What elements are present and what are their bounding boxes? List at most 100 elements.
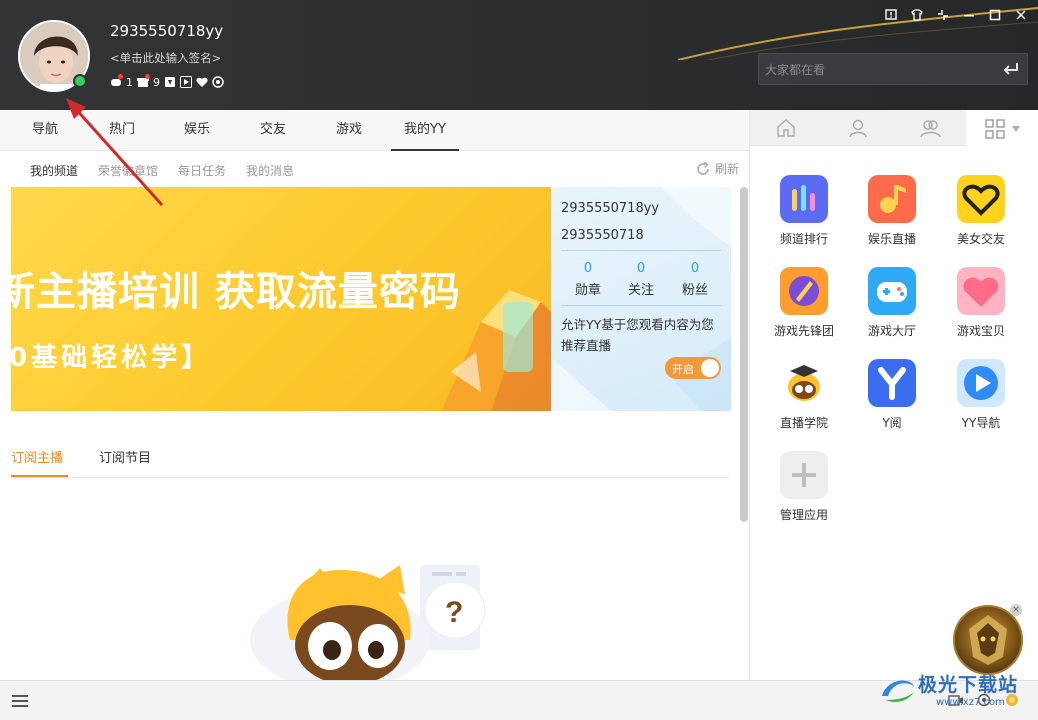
mini-mode-icon[interactable]	[934, 6, 952, 24]
banner-3d-decoration	[441, 290, 551, 411]
stat-fans[interactable]: 0 粉丝	[675, 261, 715, 298]
app-y-read[interactable]: Y阅	[852, 359, 932, 431]
banner-headline: 新主播培训 获取流量密码	[11, 269, 461, 315]
raccoon-graduate-icon	[780, 359, 828, 407]
chevron-down-icon	[1012, 125, 1020, 132]
apps-panel: 频道排行 娱乐直播 美女交友 游戏先锋团 游戏大厅 游戏宝贝 直播学院 Y阅 Y…	[749, 110, 1038, 680]
heart-status-icon[interactable]	[196, 76, 208, 88]
tab-entertainment[interactable]: 娱乐	[166, 110, 228, 151]
video-icon[interactable]	[180, 76, 192, 88]
tab-social[interactable]: 交友	[242, 110, 304, 151]
badge-icon[interactable]	[164, 76, 176, 88]
enter-icon[interactable]	[1003, 62, 1019, 76]
site-watermark: 极光下载站 www.xz7.com	[878, 664, 1038, 720]
recommend-toggle[interactable]: 开启	[665, 357, 721, 379]
active-tab-underline	[11, 475, 68, 477]
menu-icon[interactable]	[10, 691, 30, 711]
refresh-label: 刷新	[714, 162, 739, 176]
signature-field[interactable]: <单击此处输入签名>	[110, 50, 221, 66]
tab-nav[interactable]: 导航	[14, 110, 76, 151]
profile-card: 2935550718yy 2935550718 0 勋章 0 关注 0 粉丝 允…	[551, 187, 731, 411]
tab-games[interactable]: 游戏	[318, 110, 380, 151]
status-icons-row: 1 9	[110, 74, 224, 90]
search-input[interactable]	[765, 61, 995, 79]
refresh-button[interactable]: 刷新	[695, 160, 739, 177]
play-arrow-icon	[957, 359, 1005, 407]
profile-username: 2935550718yy	[561, 201, 660, 216]
search-box	[758, 53, 1028, 85]
tab-groups[interactable]	[894, 110, 966, 146]
my-yy-subnav: 我的频道 荣誉徽章馆 每日任务 我的消息 刷新	[0, 151, 749, 187]
promo-banner[interactable]: 新主播培训 获取流量密码 0基础轻松学】	[11, 187, 551, 411]
eye-icon[interactable]	[212, 76, 224, 88]
stat-fans-value: 0	[690, 261, 700, 276]
tab-friends[interactable]	[822, 110, 894, 146]
minimize-icon[interactable]	[960, 6, 978, 24]
notification-dot	[145, 74, 150, 79]
stat-following-label: 关注	[627, 283, 654, 298]
gamepad-count: 1	[126, 75, 133, 89]
subtab-daily-tasks[interactable]: 每日任务	[178, 162, 226, 179]
close-icon[interactable]	[1012, 6, 1030, 24]
music-note-icon	[868, 175, 916, 223]
empty-state-raccoon-illustration: ?	[250, 565, 486, 680]
subtab-my-messages[interactable]: 我的消息	[246, 162, 294, 179]
apps-panel-tabs	[750, 110, 1038, 147]
feedback-icon[interactable]	[882, 6, 900, 24]
toggle-label: 开启	[672, 363, 694, 376]
banner-subline: 0基础轻松学】	[11, 343, 212, 373]
app-game-pioneers[interactable]: 游戏先锋团	[764, 267, 844, 339]
svg-text:?: ?	[445, 596, 463, 629]
tab-my-yy[interactable]: 我的YY	[391, 110, 459, 151]
app-channel-ranking[interactable]: 频道排行	[764, 175, 844, 247]
online-status-dot	[73, 74, 87, 88]
notification-dot	[118, 74, 123, 79]
app-label: 游戏宝贝	[956, 324, 1005, 338]
app-yy-navigation[interactable]: YY导航	[941, 359, 1021, 431]
tab-subscribed-anchors[interactable]: 订阅主播	[11, 447, 63, 466]
gift-icon[interactable]	[137, 74, 150, 88]
app-live-academy[interactable]: 直播学院	[764, 359, 844, 431]
stat-following[interactable]: 0 关注	[621, 261, 661, 298]
stat-fans-label: 粉丝	[681, 283, 708, 298]
maximize-icon[interactable]	[986, 6, 1004, 24]
bar-chart-icon	[780, 175, 828, 223]
stat-following-value: 0	[636, 261, 646, 276]
tab-home[interactable]	[750, 110, 822, 146]
app-manage[interactable]: 管理应用	[764, 451, 844, 523]
tab-hot[interactable]: 热门	[91, 110, 153, 151]
main-nav-tabs: 导航 热门 娱乐 交友 游戏 我的YY	[0, 110, 749, 151]
app-game-hall[interactable]: 游戏大厅	[852, 267, 932, 339]
skin-shirt-icon[interactable]	[908, 6, 926, 24]
subtab-honor-badges[interactable]: 荣誉徽章馆	[98, 162, 158, 179]
app-entertainment-live[interactable]: 娱乐直播	[852, 175, 932, 247]
group-icon	[920, 120, 941, 138]
subtab-my-channels[interactable]: 我的频道	[30, 162, 78, 179]
person-icon	[849, 119, 867, 138]
apps-grid-icon	[985, 118, 1005, 139]
divider	[561, 305, 721, 306]
username[interactable]: 2935550718yy	[110, 22, 223, 40]
watermark-logo-icon	[882, 680, 914, 702]
gamepad-status-icon[interactable]	[110, 74, 123, 88]
watermark-url: www.xz7.com	[936, 697, 1005, 708]
tab-subscribed-shows[interactable]: 订阅节目	[99, 447, 151, 466]
app-label: 直播学院	[779, 416, 828, 430]
app-game-babe[interactable]: 游戏宝贝	[941, 267, 1021, 339]
heart-icon	[957, 175, 1005, 223]
app-label: 频道排行	[779, 232, 828, 246]
app-beauty-social[interactable]: 美女交友	[941, 175, 1021, 247]
gamepad-icon	[868, 267, 916, 315]
recommend-note: 允许YY基于您观看内容为您推荐直播	[561, 317, 714, 353]
plus-icon	[780, 451, 828, 499]
stat-medals-value: 0	[583, 261, 593, 276]
badge-close-icon[interactable]: ×	[1010, 604, 1022, 616]
stat-medals[interactable]: 0 勋章	[568, 261, 608, 298]
sword-icon	[780, 267, 828, 315]
y-logo-icon	[868, 359, 916, 407]
pink-heart-icon	[957, 267, 1005, 315]
scrollbar[interactable]	[740, 187, 748, 522]
app-label: 游戏大厅	[867, 324, 916, 338]
subscription-tabs: 订阅主播 订阅节目	[11, 437, 731, 478]
tab-apps[interactable]	[966, 110, 1038, 147]
